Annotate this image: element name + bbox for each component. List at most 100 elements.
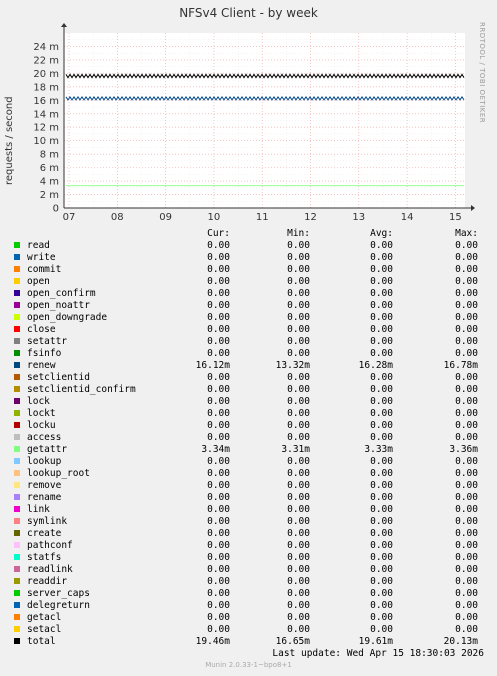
- legend-label: setacl: [27, 624, 62, 635]
- legend-swatch: [14, 386, 20, 392]
- legend-row-create: create 0.00 0.00 0.00 0.00: [0, 528, 497, 540]
- header-max: Max:: [455, 228, 478, 239]
- value-min: 13.32m: [275, 360, 310, 371]
- legend-swatch: [14, 398, 20, 404]
- legend-label: readdir: [27, 576, 68, 587]
- legend-row-write: write 0.00 0.00 0.00 0.00: [0, 252, 497, 264]
- value-avg: 16.28m: [358, 360, 393, 371]
- value-cur: 0.00: [207, 276, 230, 287]
- value-max: 0.00: [455, 552, 478, 563]
- legend-label: pathconf: [27, 540, 73, 551]
- value-cur: 0.00: [207, 420, 230, 431]
- y-tick-label: 16 m: [33, 96, 59, 107]
- legend-label: create: [27, 528, 62, 539]
- value-min: 0.00: [287, 456, 310, 467]
- value-avg: 0.00: [370, 276, 393, 287]
- value-cur: 0.00: [207, 408, 230, 419]
- value-cur: 0.00: [207, 348, 230, 359]
- legend-swatch: [14, 530, 20, 536]
- value-max: 0.00: [455, 300, 478, 311]
- value-min: 0.00: [287, 540, 310, 551]
- value-min: 0.00: [287, 276, 310, 287]
- value-max: 0.00: [455, 564, 478, 575]
- value-avg: 0.00: [370, 588, 393, 599]
- value-cur: 0.00: [207, 324, 230, 335]
- value-max: 0.00: [455, 624, 478, 635]
- legend-row-lockt: lockt 0.00 0.00 0.00 0.00: [0, 408, 497, 420]
- value-avg: 0.00: [370, 516, 393, 527]
- legend-swatch: [14, 518, 20, 524]
- legend-row-total: total 19.46m 16.65m 19.61m 20.13m: [0, 636, 497, 648]
- legend-swatch: [14, 554, 20, 560]
- value-min: 16.65m: [275, 636, 310, 647]
- value-max: 20.13m: [443, 636, 478, 647]
- legend-row-getacl: getacl 0.00 0.00 0.00 0.00: [0, 612, 497, 624]
- value-cur: 0.00: [207, 456, 230, 467]
- y-tick-label: 8 m: [40, 150, 59, 161]
- legend-row-getattr: getattr 3.34m 3.31m 3.33m 3.36m: [0, 444, 497, 456]
- legend-row-open_noattr: open_noattr 0.00 0.00 0.00 0.00: [0, 300, 497, 312]
- x-tick-label: 12: [304, 212, 317, 223]
- value-avg: 0.00: [370, 372, 393, 383]
- value-avg: 0.00: [370, 396, 393, 407]
- value-avg: 0.00: [370, 468, 393, 479]
- value-max: 0.00: [455, 420, 478, 431]
- value-max: 0.00: [455, 312, 478, 323]
- value-min: 0.00: [287, 564, 310, 575]
- last-update: Last update: Wed Apr 15 18:30:03 2026: [272, 648, 484, 659]
- legend-swatch: [14, 614, 20, 620]
- header-avg: Avg:: [370, 228, 393, 239]
- legend-row-lookup_root: lookup_root 0.00 0.00 0.00 0.00: [0, 468, 497, 480]
- value-avg: 0.00: [370, 336, 393, 347]
- value-min: 0.00: [287, 240, 310, 251]
- value-cur: 0.00: [207, 516, 230, 527]
- legend-swatch: [14, 446, 20, 452]
- legend-row-server_caps: server_caps 0.00 0.00 0.00 0.00: [0, 588, 497, 600]
- value-cur: 0.00: [207, 528, 230, 539]
- legend-label: server_caps: [27, 588, 90, 599]
- value-min: 0.00: [287, 492, 310, 503]
- value-min: 0.00: [287, 312, 310, 323]
- value-min: 0.00: [287, 552, 310, 563]
- value-max: 16.78m: [443, 360, 478, 371]
- value-avg: 0.00: [370, 432, 393, 443]
- value-max: 0.00: [455, 408, 478, 419]
- legend-swatch: [14, 338, 20, 344]
- legend-row-setattr: setattr 0.00 0.00 0.00 0.00: [0, 336, 497, 348]
- legend-label: total: [27, 636, 56, 647]
- legend-swatch: [14, 410, 20, 416]
- value-min: 0.00: [287, 504, 310, 515]
- legend-row-commit: commit 0.00 0.00 0.00 0.00: [0, 264, 497, 276]
- value-min: 0.00: [287, 624, 310, 635]
- value-min: 0.00: [287, 612, 310, 623]
- legend-row-lock: lock 0.00 0.00 0.00 0.00: [0, 396, 497, 408]
- value-max: 0.00: [455, 492, 478, 503]
- value-cur: 0.00: [207, 492, 230, 503]
- legend-label: access: [27, 432, 62, 443]
- value-avg: 0.00: [370, 384, 393, 395]
- x-tick-label: 09: [159, 212, 172, 223]
- legend-swatch: [14, 242, 20, 248]
- value-cur: 0.00: [207, 240, 230, 251]
- legend-row-open_downgrade: open_downgrade 0.00 0.00 0.00 0.00: [0, 312, 497, 324]
- value-avg: 0.00: [370, 504, 393, 515]
- legend-label: statfs: [27, 552, 62, 563]
- legend-swatch: [14, 326, 20, 332]
- legend-swatch: [14, 350, 20, 356]
- legend-label: lock: [27, 396, 50, 407]
- value-cur: 0.00: [207, 288, 230, 299]
- legend-label: setattr: [27, 336, 68, 347]
- value-cur: 0.00: [207, 624, 230, 635]
- legend-row-symlink: symlink 0.00 0.00 0.00 0.00: [0, 516, 497, 528]
- legend-swatch: [14, 362, 20, 368]
- legend-label: close: [27, 324, 56, 335]
- legend-row-close: close 0.00 0.00 0.00 0.00: [0, 324, 497, 336]
- x-axis-arrow: [471, 205, 475, 211]
- legend-label: write: [27, 252, 56, 263]
- value-cur: 0.00: [207, 432, 230, 443]
- value-avg: 0.00: [370, 540, 393, 551]
- legend-label: fsinfo: [27, 348, 62, 359]
- legend-label: getacl: [27, 612, 62, 623]
- legend-label: renew: [27, 360, 56, 371]
- legend-swatch: [14, 470, 20, 476]
